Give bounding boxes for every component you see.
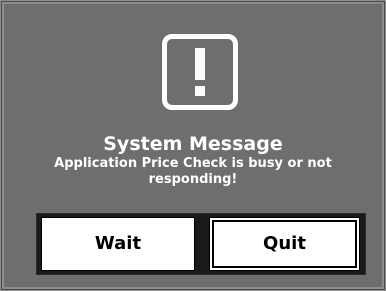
button-bar: Wait Quit — [36, 213, 366, 275]
dialog-message: Application Price Check is busy or not r… — [54, 156, 332, 187]
dialog-title: System Message — [103, 133, 283, 155]
exclamation-icon — [162, 34, 238, 110]
system-message-dialog: System Message Application Price Check i… — [0, 0, 386, 291]
quit-button[interactable]: Quit — [209, 217, 360, 271]
wait-button[interactable]: Wait — [41, 217, 195, 271]
